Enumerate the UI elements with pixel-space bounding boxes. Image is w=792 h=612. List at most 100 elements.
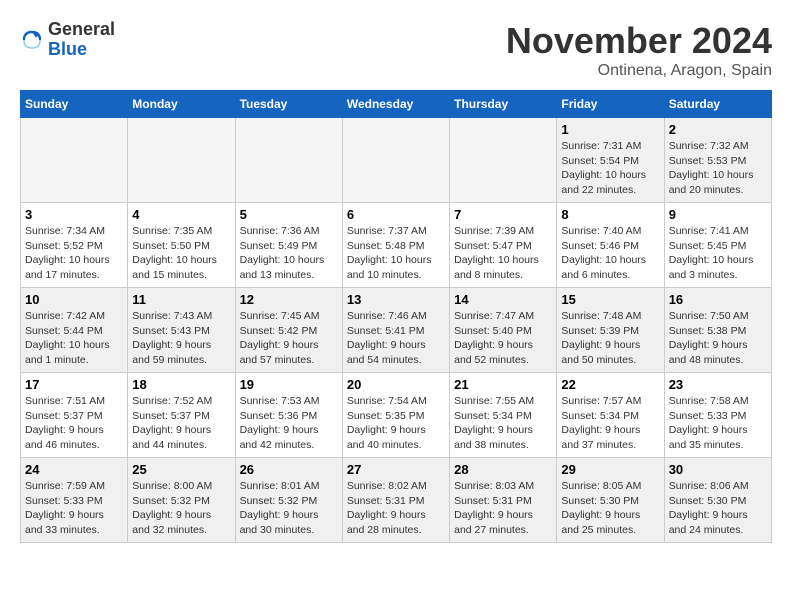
day-number: 4 — [132, 207, 230, 222]
day-cell: 21Sunrise: 7:55 AM Sunset: 5:34 PM Dayli… — [450, 373, 557, 458]
column-header-monday: Monday — [128, 91, 235, 118]
day-cell: 11 Sunrise: 7:43 AM Sunset: 5:43 PM Dayli… — [128, 288, 235, 373]
logo: General Blue — [20, 20, 115, 60]
logo-icon — [20, 28, 44, 52]
title-block: November 2024 Ontinena, Aragon, Spain — [506, 20, 772, 80]
column-header-saturday: Saturday — [664, 91, 771, 118]
day-info: Sunrise: 7:51 AM Sunset: 5:37 PM Dayligh… — [25, 394, 123, 453]
column-header-friday: Friday — [557, 91, 664, 118]
day-info: Sunrise: 8:02 AM Sunset: 5:31 PM Dayligh… — [347, 479, 445, 538]
day-cell: 7 Sunrise: 7:39 AM Sunset: 5:47 PM Daylig… — [450, 203, 557, 288]
calendar-body: 1Sunrise: 7:31 AM Sunset: 5:54 PM Daylig… — [21, 118, 772, 543]
week-row-5: 24 Sunrise: 7:59 AM Sunset: 5:33 PM Dayli… — [21, 458, 772, 543]
day-number: 1 — [561, 122, 659, 137]
day-cell: 10 Sunrise: 7:42 AM Sunset: 5:44 PM Dayli… — [21, 288, 128, 373]
day-cell: 23 Sunrise: 7:58 AM Sunset: 5:33 PM Dayli… — [664, 373, 771, 458]
day-number: 26 — [240, 462, 338, 477]
day-number: 19 — [240, 377, 338, 392]
day-cell: 24 Sunrise: 7:59 AM Sunset: 5:33 PM Dayli… — [21, 458, 128, 543]
day-cell: 28Sunrise: 8:03 AM Sunset: 5:31 PM Dayli… — [450, 458, 557, 543]
page-header: General Blue November 2024 Ontinena, Ara… — [20, 20, 772, 80]
day-cell: 27 Sunrise: 8:02 AM Sunset: 5:31 PM Dayli… — [342, 458, 449, 543]
day-cell: 16Sunrise: 7:50 AM Sunset: 5:38 PM Dayli… — [664, 288, 771, 373]
day-info: Sunrise: 8:00 AM Sunset: 5:32 PM Dayligh… — [132, 479, 230, 538]
day-number: 17 — [25, 377, 123, 392]
day-cell: 25Sunrise: 8:00 AM Sunset: 5:32 PM Dayli… — [128, 458, 235, 543]
day-number: 7 — [454, 207, 552, 222]
column-header-sunday: Sunday — [21, 91, 128, 118]
day-info: Sunrise: 7:39 AM Sunset: 5:47 PM Dayligh… — [454, 224, 552, 283]
week-row-3: 10 Sunrise: 7:42 AM Sunset: 5:44 PM Dayli… — [21, 288, 772, 373]
day-number: 6 — [347, 207, 445, 222]
day-cell: 29Sunrise: 8:05 AM Sunset: 5:30 PM Dayli… — [557, 458, 664, 543]
day-info: Sunrise: 8:06 AM Sunset: 5:30 PM Dayligh… — [669, 479, 767, 538]
day-cell: 13 Sunrise: 7:46 AM Sunset: 5:41 PM Dayli… — [342, 288, 449, 373]
header-row: SundayMondayTuesdayWednesdayThursdayFrid… — [21, 91, 772, 118]
day-info: Sunrise: 7:52 AM Sunset: 5:37 PM Dayligh… — [132, 394, 230, 453]
column-header-thursday: Thursday — [450, 91, 557, 118]
day-number: 21 — [454, 377, 552, 392]
day-info: Sunrise: 7:40 AM Sunset: 5:46 PM Dayligh… — [561, 224, 659, 283]
day-number: 10 — [25, 292, 123, 307]
day-info: Sunrise: 7:36 AM Sunset: 5:49 PM Dayligh… — [240, 224, 338, 283]
column-header-wednesday: Wednesday — [342, 91, 449, 118]
day-info: Sunrise: 7:59 AM Sunset: 5:33 PM Dayligh… — [25, 479, 123, 538]
day-cell — [235, 118, 342, 203]
day-number: 20 — [347, 377, 445, 392]
day-cell: 19 Sunrise: 7:53 AM Sunset: 5:36 PM Dayli… — [235, 373, 342, 458]
day-number: 15 — [561, 292, 659, 307]
day-number: 9 — [669, 207, 767, 222]
day-cell: 8 Sunrise: 7:40 AM Sunset: 5:46 PM Daylig… — [557, 203, 664, 288]
day-number: 27 — [347, 462, 445, 477]
day-cell: 14Sunrise: 7:47 AM Sunset: 5:40 PM Dayli… — [450, 288, 557, 373]
day-cell: 4 Sunrise: 7:35 AM Sunset: 5:50 PM Daylig… — [128, 203, 235, 288]
day-cell: 9 Sunrise: 7:41 AM Sunset: 5:45 PM Daylig… — [664, 203, 771, 288]
logo-blue: Blue — [48, 40, 115, 60]
day-number: 5 — [240, 207, 338, 222]
day-info: Sunrise: 7:37 AM Sunset: 5:48 PM Dayligh… — [347, 224, 445, 283]
day-number: 30 — [669, 462, 767, 477]
day-info: Sunrise: 8:01 AM Sunset: 5:32 PM Dayligh… — [240, 479, 338, 538]
day-cell: 20 Sunrise: 7:54 AM Sunset: 5:35 PM Dayli… — [342, 373, 449, 458]
day-number: 3 — [25, 207, 123, 222]
day-info: Sunrise: 7:43 AM Sunset: 5:43 PM Dayligh… — [132, 309, 230, 368]
day-number: 18 — [132, 377, 230, 392]
day-number: 13 — [347, 292, 445, 307]
day-number: 28 — [454, 462, 552, 477]
day-info: Sunrise: 7:58 AM Sunset: 5:33 PM Dayligh… — [669, 394, 767, 453]
day-cell: 1Sunrise: 7:31 AM Sunset: 5:54 PM Daylig… — [557, 118, 664, 203]
day-cell — [128, 118, 235, 203]
week-row-4: 17 Sunrise: 7:51 AM Sunset: 5:37 PM Dayli… — [21, 373, 772, 458]
day-info: Sunrise: 7:48 AM Sunset: 5:39 PM Dayligh… — [561, 309, 659, 368]
day-info: Sunrise: 7:57 AM Sunset: 5:34 PM Dayligh… — [561, 394, 659, 453]
day-cell: 17 Sunrise: 7:51 AM Sunset: 5:37 PM Dayli… — [21, 373, 128, 458]
day-info: Sunrise: 7:35 AM Sunset: 5:50 PM Dayligh… — [132, 224, 230, 283]
day-info: Sunrise: 7:47 AM Sunset: 5:40 PM Dayligh… — [454, 309, 552, 368]
day-info: Sunrise: 7:53 AM Sunset: 5:36 PM Dayligh… — [240, 394, 338, 453]
day-number: 12 — [240, 292, 338, 307]
column-header-tuesday: Tuesday — [235, 91, 342, 118]
day-cell: 26 Sunrise: 8:01 AM Sunset: 5:32 PM Dayli… — [235, 458, 342, 543]
day-cell — [21, 118, 128, 203]
day-cell: 5 Sunrise: 7:36 AM Sunset: 5:49 PM Daylig… — [235, 203, 342, 288]
day-cell: 2 Sunrise: 7:32 AM Sunset: 5:53 PM Daylig… — [664, 118, 771, 203]
day-info: Sunrise: 7:41 AM Sunset: 5:45 PM Dayligh… — [669, 224, 767, 283]
calendar-table: SundayMondayTuesdayWednesdayThursdayFrid… — [20, 90, 772, 543]
day-number: 11 — [132, 292, 230, 307]
day-info: Sunrise: 7:54 AM Sunset: 5:35 PM Dayligh… — [347, 394, 445, 453]
day-cell — [450, 118, 557, 203]
day-number: 16 — [669, 292, 767, 307]
day-cell: 22 Sunrise: 7:57 AM Sunset: 5:34 PM Dayli… — [557, 373, 664, 458]
day-number: 23 — [669, 377, 767, 392]
day-number: 22 — [561, 377, 659, 392]
day-cell: 12Sunrise: 7:45 AM Sunset: 5:42 PM Dayli… — [235, 288, 342, 373]
location: Ontinena, Aragon, Spain — [506, 62, 772, 80]
day-number: 8 — [561, 207, 659, 222]
day-info: Sunrise: 7:32 AM Sunset: 5:53 PM Dayligh… — [669, 139, 767, 198]
day-info: Sunrise: 7:42 AM Sunset: 5:44 PM Dayligh… — [25, 309, 123, 368]
day-info: Sunrise: 7:46 AM Sunset: 5:41 PM Dayligh… — [347, 309, 445, 368]
week-row-1: 1Sunrise: 7:31 AM Sunset: 5:54 PM Daylig… — [21, 118, 772, 203]
day-number: 2 — [669, 122, 767, 137]
day-cell: 3Sunrise: 7:34 AM Sunset: 5:52 PM Daylig… — [21, 203, 128, 288]
day-number: 24 — [25, 462, 123, 477]
